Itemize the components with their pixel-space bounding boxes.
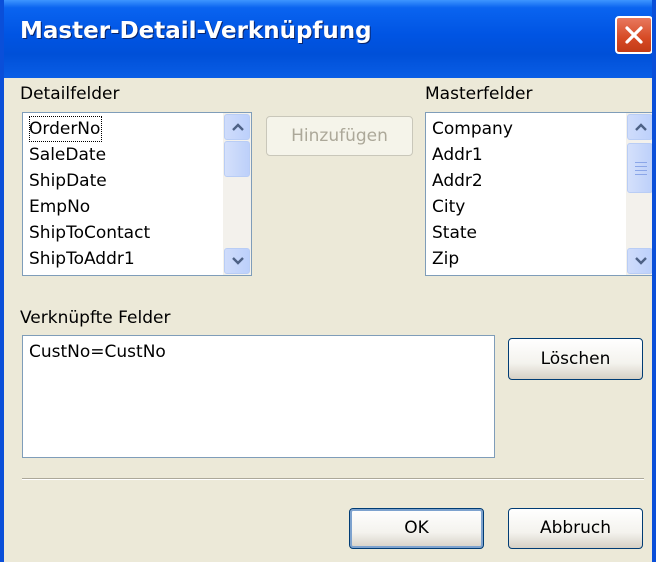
detail-scrollbar[interactable] [223,113,251,275]
scroll-down-button[interactable] [627,248,652,274]
add-button[interactable]: Hinzufügen [266,116,413,156]
detail-fields-list[interactable]: OrderNo SaleDate ShipDate EmpNo ShipToCo… [22,112,252,276]
list-item[interactable]: ShipToContact [29,220,150,246]
delete-button[interactable]: Löschen [508,338,643,380]
master-fields-label: Masterfelder [425,84,533,104]
list-item[interactable]: Addr1 [432,142,483,168]
list-item[interactable]: ShipDate [29,168,107,194]
chevron-down-icon [635,257,647,265]
list-item[interactable]: City [432,194,465,220]
chevron-up-icon [232,123,244,131]
list-item[interactable]: ShipToAddr1 [29,246,135,272]
list-item[interactable]: OrderNo [29,116,103,142]
detail-fields-label: Detailfelder [20,84,120,104]
ok-button[interactable]: OK [349,508,484,549]
linked-fields-list[interactable]: CustNo=CustNo [22,335,495,458]
master-scrollbar[interactable] [626,113,652,275]
list-item[interactable]: Zip [432,246,459,272]
list-item[interactable]: Company [432,116,513,142]
list-item[interactable]: EmpNo [29,194,90,220]
master-fields-list[interactable]: Company Addr1 Addr2 City State Zip [425,112,652,276]
list-item[interactable]: CustNo=CustNo [29,339,166,365]
linked-fields-label: Verknüpfte Felder [20,308,171,328]
scroll-down-button[interactable] [224,248,250,274]
separator [22,478,644,480]
dialog-window: Master-Detail-Verknüpfung Detailfelder O… [0,0,656,562]
scroll-up-button[interactable] [224,114,250,140]
chevron-down-icon [232,257,244,265]
window-title: Master-Detail-Verknüpfung [20,18,372,44]
scroll-thumb[interactable] [627,143,652,193]
title-bar[interactable]: Master-Detail-Verknüpfung [4,0,652,78]
cancel-button[interactable]: Abbruch [508,508,643,549]
close-button[interactable] [615,16,652,54]
scroll-thumb[interactable] [224,141,250,177]
scroll-up-button[interactable] [627,114,652,140]
list-item[interactable]: SaleDate [29,142,106,168]
chevron-up-icon [635,123,647,131]
close-icon [625,26,643,44]
list-item[interactable]: State [432,220,477,246]
list-item[interactable]: Addr2 [432,168,483,194]
